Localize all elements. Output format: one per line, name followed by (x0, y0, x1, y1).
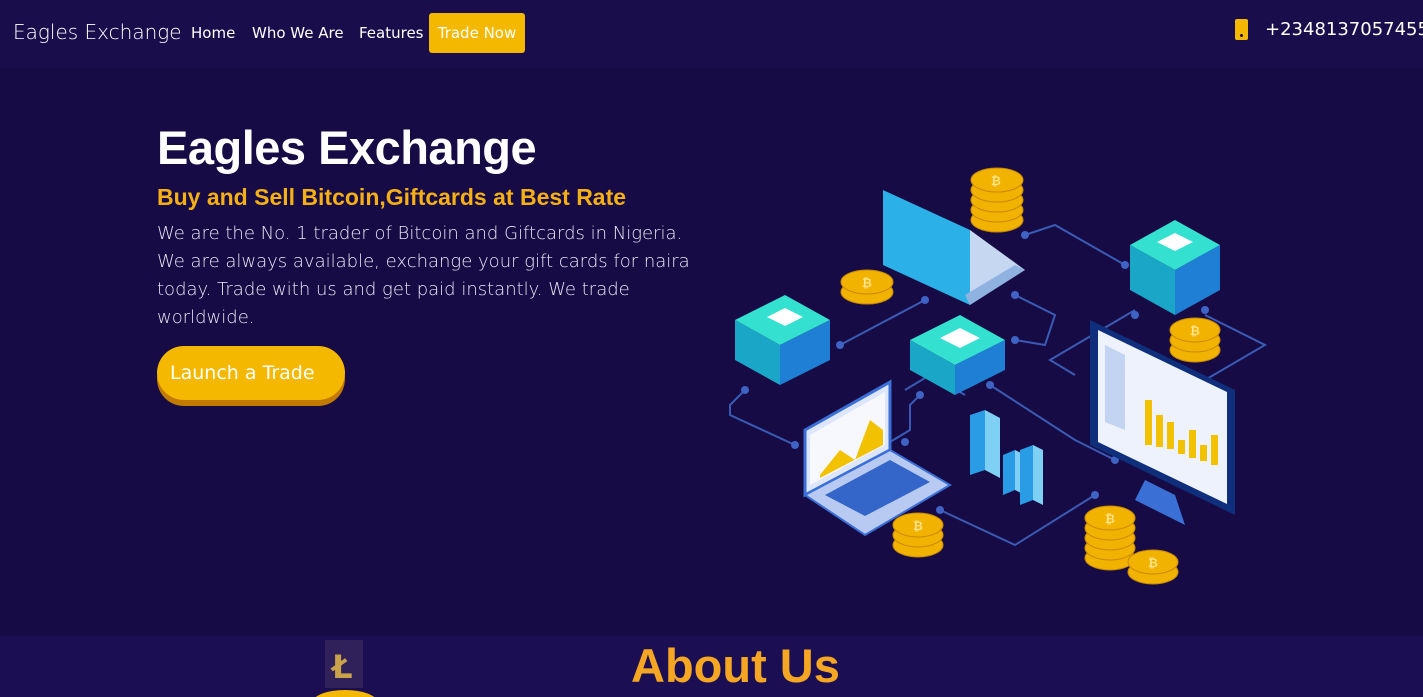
bitcoin-coin-icon: ₿ (840, 269, 894, 305)
crypto-network-illustration: ₿ ₿ ₿ ₿ ₿ ₿ (729, 167, 1268, 585)
bitcoin-coin-bottom-icon: ₿ (892, 512, 944, 558)
launch-trade-button[interactable]: Launch a Trade (157, 346, 345, 400)
phone-icon (1235, 19, 1248, 40)
svg-text:₿: ₿ (862, 276, 872, 290)
nav-link-features[interactable]: Features (359, 24, 424, 42)
bar-chart-3d-icon (970, 410, 1043, 505)
svg-text:Ł: Ł (330, 648, 353, 686)
phone-number[interactable]: +2348137057455 (1265, 19, 1423, 40)
bitcoin-coin-stack-icon: ₿ (970, 167, 1024, 233)
server-stack-left-icon (735, 295, 830, 385)
nav-link-home[interactable]: Home (191, 24, 235, 42)
server-stack-right-icon (1130, 220, 1220, 315)
trade-now-button[interactable]: Trade Now (429, 13, 525, 53)
litecoin-icon: Ł (315, 640, 375, 697)
laptop-bottom-icon (803, 379, 952, 537)
hero-title: Eagles Exchange (157, 121, 537, 174)
svg-text:₿: ₿ (991, 174, 1001, 188)
hero-subtitle: Buy and Sell Bitcoin,Giftcards at Best R… (157, 184, 627, 210)
about-title: About Us (631, 639, 840, 692)
svg-text:₿: ₿ (1148, 556, 1158, 570)
hero-description: We are the No. 1 trader of Bitcoin and G… (157, 223, 690, 328)
svg-text:₿: ₿ (1190, 324, 1200, 338)
navbar: Eagles Exchange Home Who We Are Features… (0, 0, 1423, 68)
bitcoin-coin-stack-bottom-icon: ₿ ₿ (1084, 505, 1179, 585)
nav-link-who-we-are[interactable]: Who We Are (252, 24, 344, 42)
svg-text:₿: ₿ (913, 519, 923, 533)
brand-logo[interactable]: Eagles Exchange (13, 20, 182, 44)
bitcoin-coin-right-icon: ₿ (1169, 317, 1221, 363)
svg-text:₿: ₿ (1105, 512, 1115, 526)
